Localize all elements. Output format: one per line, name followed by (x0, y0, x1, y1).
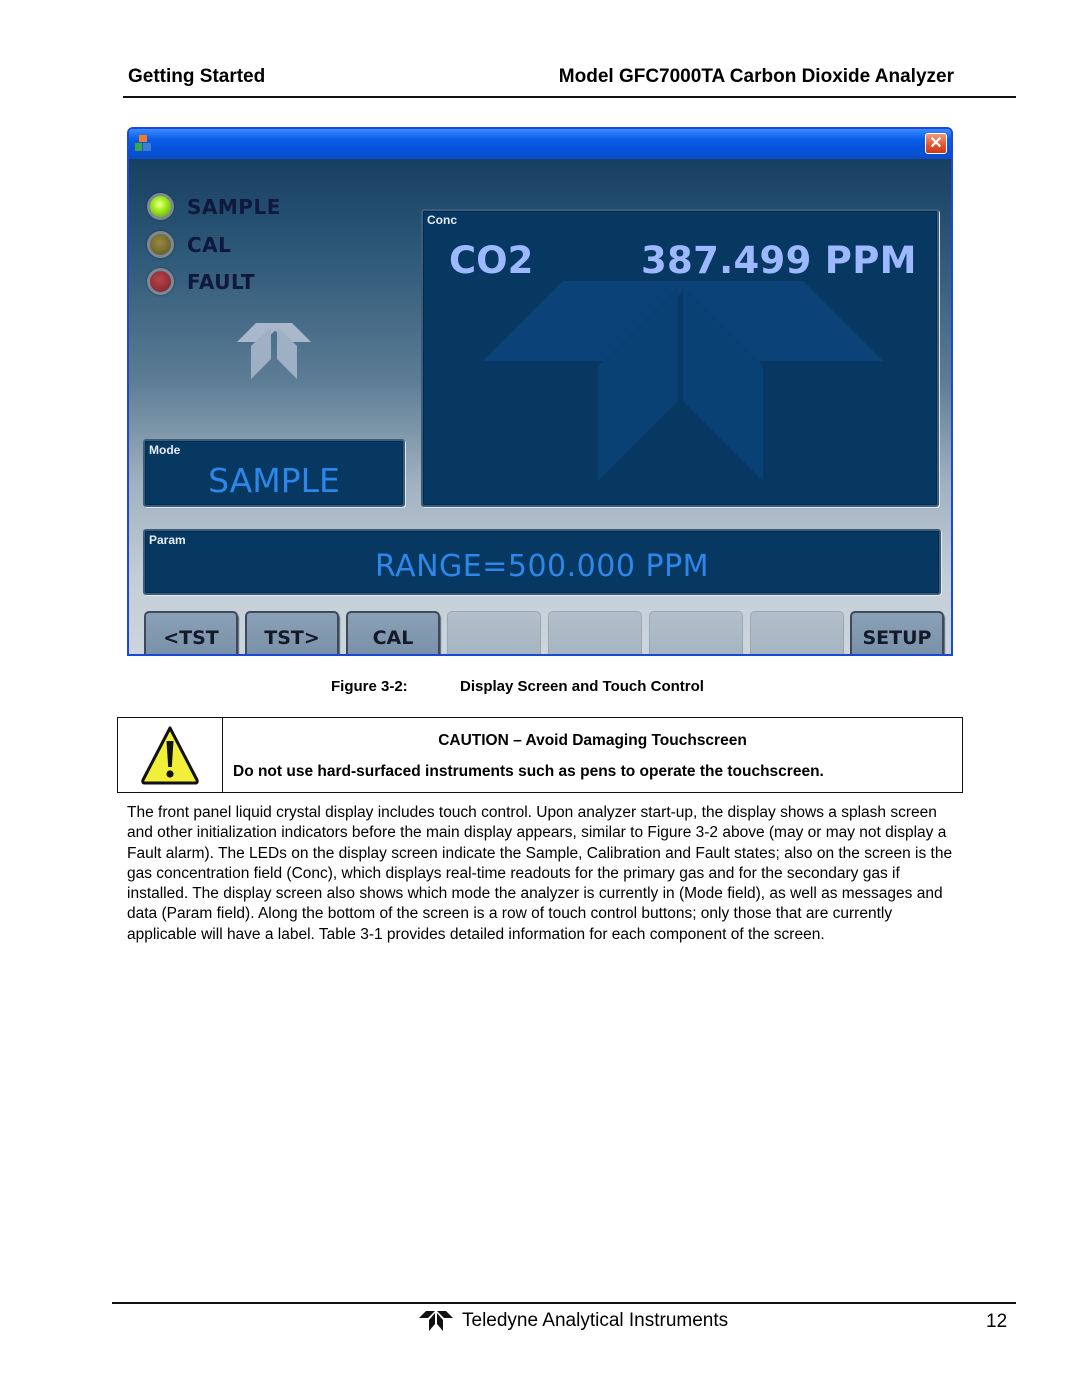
body-paragraph: The front panel liquid crystal display i… (127, 804, 953, 943)
conc-caption: Conc (427, 213, 457, 227)
footer-rule (112, 1302, 1016, 1304)
cal-button[interactable]: CAL (346, 611, 440, 654)
conc-field: Conc CO2 387.499 PPM (421, 209, 939, 507)
footer-brand-text: Teledyne Analytical Instruments (462, 1310, 729, 1331)
blank-button-6[interactable] (649, 611, 743, 654)
blank-button-7[interactable] (750, 611, 844, 654)
close-icon: ✕ (929, 135, 943, 152)
cal-led-icon (147, 231, 174, 258)
tst-prev-button[interactable]: <TST (144, 611, 238, 654)
warning-icon (141, 726, 199, 785)
param-value: RANGE=500.000 PPM (374, 549, 710, 584)
gas-name: CO2 (449, 239, 534, 282)
figure-number: Figure 3-2: (331, 678, 408, 695)
analyzer-window: ✕ SAMPLE CAL FAULT Conc CO2 387.499 PPM … (127, 127, 953, 656)
mode-field: Mode SAMPLE (143, 439, 405, 507)
led-sample: SAMPLE (147, 193, 281, 220)
fault-led-icon (147, 268, 174, 295)
param-caption: Param (149, 533, 186, 547)
footer-brand: Teledyne Analytical Instruments (418, 1310, 728, 1332)
param-field: Param RANGE=500.000 PPM (143, 529, 941, 595)
header-rule (123, 96, 1016, 98)
app-icon (135, 135, 151, 151)
window-titlebar[interactable]: ✕ (129, 129, 951, 159)
caution-icon-cell (118, 718, 223, 792)
page-header: Getting Started Model GFC7000TA Carbon D… (123, 64, 1016, 100)
mode-value: SAMPLE (208, 461, 340, 500)
figure-title: Display Screen and Touch Control (460, 678, 704, 695)
led-label: SAMPLE (187, 194, 281, 219)
sample-led-icon (147, 193, 174, 220)
led-label: FAULT (187, 269, 256, 294)
teledyne-logo-icon (419, 1311, 453, 1331)
product-title: Model GFC7000TA Carbon Dioxide Analyzer (558, 66, 954, 87)
close-button[interactable]: ✕ (925, 133, 947, 154)
blank-button-5[interactable] (548, 611, 642, 654)
tst-next-button[interactable]: TST> (245, 611, 339, 654)
setup-button[interactable]: SETUP (850, 611, 944, 654)
section-title: Getting Started (128, 66, 266, 87)
teledyne-logo-icon (237, 323, 311, 379)
caution-body: Do not use hard-surfaced instruments suc… (233, 763, 824, 780)
mode-caption: Mode (149, 443, 181, 457)
caution-box: CAUTION – Avoid Damaging Touchscreen Do … (117, 717, 963, 793)
led-label: CAL (187, 232, 232, 257)
led-fault: FAULT (147, 268, 255, 295)
teledyne-watermark-icon (483, 281, 883, 481)
caution-title: CAUTION – Avoid Damaging Touchscreen (438, 732, 747, 749)
display-screen: SAMPLE CAL FAULT Conc CO2 387.499 PPM Mo… (129, 159, 951, 654)
concentration-value: 387.499 PPM (641, 239, 917, 282)
led-cal: CAL (147, 231, 231, 258)
blank-button-4[interactable] (447, 611, 541, 654)
page-number: 12 (986, 1311, 1008, 1332)
